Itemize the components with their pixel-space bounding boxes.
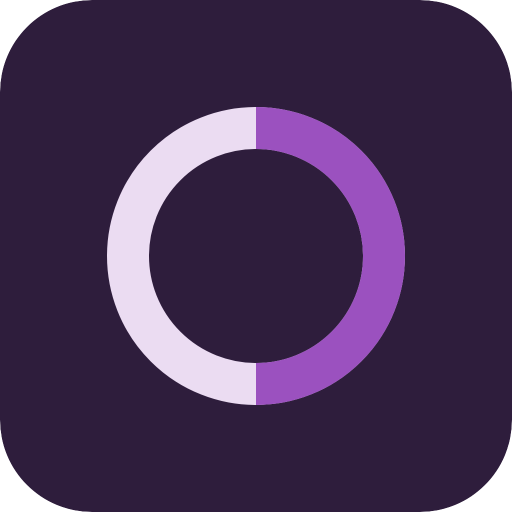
app-icon-background — [0, 0, 512, 512]
app-icon-graphic — [0, 0, 512, 512]
app-icon[interactable] — [0, 0, 512, 512]
